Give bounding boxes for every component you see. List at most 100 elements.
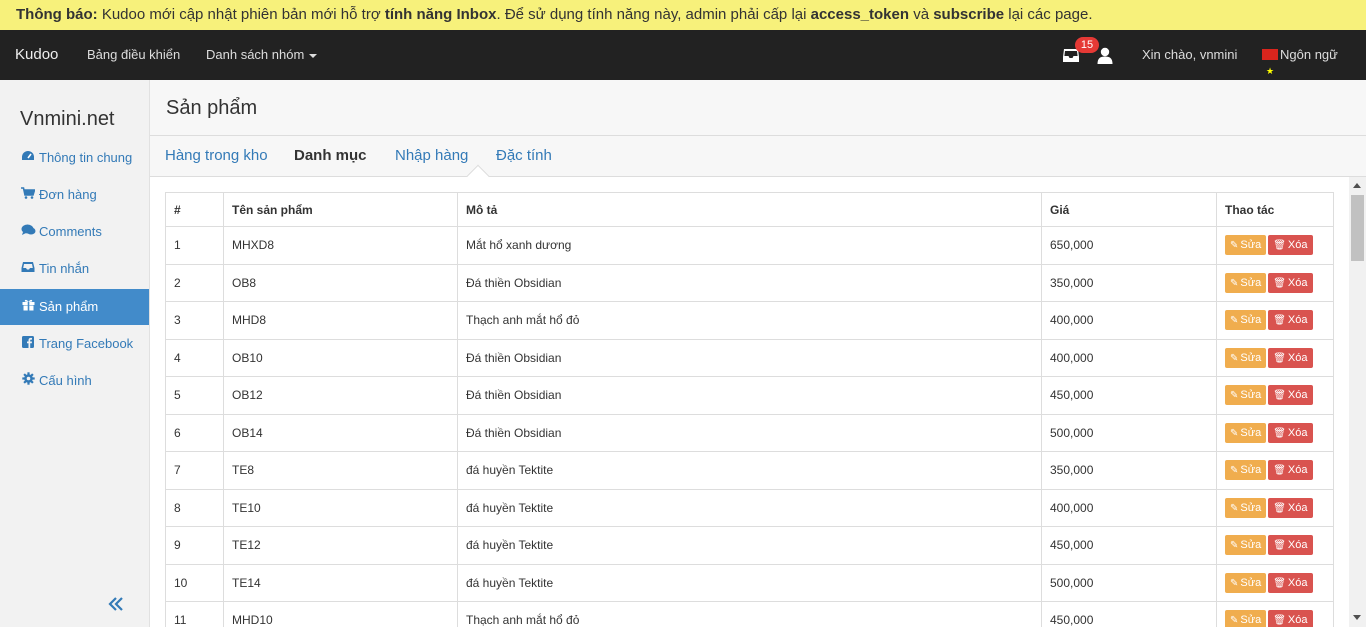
tab-categories[interactable]: Danh mục: [294, 136, 367, 176]
cell-description: Thạch anh mắt hổ đỏ: [457, 601, 1042, 627]
delete-button[interactable]: 🗑 Xóa: [1268, 347, 1313, 368]
cell-name: OB8: [223, 263, 458, 302]
tab-inventory[interactable]: Hàng trong kho: [165, 136, 268, 176]
sidebar-item-label: Sản phẩm: [39, 299, 99, 314]
trash-icon: 🗑: [1273, 615, 1286, 627]
notice-bar: Thông báo: Kudoo mới cập nhật phiên bản …: [0, 0, 1366, 30]
table-row: 9 TE12 đá huyền Tektite 450,000 ✎ Sửa 🗑 Xóa: [165, 526, 1334, 565]
edit-button[interactable]: ✎ Sửa: [1225, 385, 1267, 406]
cell-number: 8: [165, 488, 224, 527]
edit-button[interactable]: ✎ Sửa: [1225, 347, 1267, 368]
collapse-sidebar-button[interactable]: [108, 592, 124, 616]
sidebar-item-facebook-page[interactable]: Trang Facebook: [0, 326, 149, 362]
cell-actions: ✎ Sửa 🗑 Xóa: [1216, 338, 1334, 377]
edit-button[interactable]: ✎ Sửa: [1225, 535, 1267, 556]
cell-name: OB12: [223, 376, 458, 415]
page-title: Sản phẩm: [166, 97, 258, 119]
delete-button[interactable]: 🗑 Xóa: [1268, 272, 1313, 293]
tab-attributes[interactable]: Đặc tính: [496, 136, 552, 176]
notice-text-3: và: [909, 6, 934, 23]
edit-button[interactable]: ✎ Sửa: [1225, 572, 1267, 593]
top-navbar: Kudoo Bảng điều khiển Danh sách nhóm 15 …: [0, 30, 1366, 96]
vertical-scrollbar[interactable]: [1349, 177, 1366, 627]
delete-button[interactable]: 🗑 Xóa: [1268, 572, 1313, 593]
edit-button[interactable]: ✎ Sửa: [1225, 460, 1267, 481]
cell-description: đá huyền Tektite: [457, 526, 1042, 565]
delete-button-label: Xóa: [1287, 464, 1308, 477]
scroll-down-arrow-icon[interactable]: [1353, 615, 1361, 620]
delete-button-label: Xóa: [1287, 426, 1308, 439]
delete-button[interactable]: 🗑 Xóa: [1268, 535, 1313, 556]
notice-text-1: Kudoo mới cập nhật phiên bản mới hỗ trợ: [97, 6, 385, 23]
cell-price: 400,000: [1041, 488, 1217, 527]
column-header-number: #: [165, 192, 224, 227]
tab-imports[interactable]: Nhập hàng: [395, 136, 468, 176]
sidebar-item-comments[interactable]: Comments: [0, 214, 149, 250]
edit-button[interactable]: ✎ Sửa: [1225, 422, 1267, 443]
sidebar-item-orders[interactable]: Đơn hàng: [0, 177, 149, 213]
delete-button-label: Xóa: [1287, 501, 1308, 514]
cell-price: 400,000: [1041, 301, 1217, 340]
cell-number: 1: [165, 226, 224, 265]
trash-icon: 🗑: [1273, 577, 1286, 589]
sidebar-item-messages[interactable]: Tin nhắn: [0, 251, 149, 287]
pencil-icon: ✎: [1230, 502, 1239, 514]
edit-button[interactable]: ✎ Sửa: [1225, 497, 1267, 518]
edit-button-label: Sửa: [1240, 276, 1262, 289]
user-icon[interactable]: [1097, 47, 1113, 64]
site-title: Vnmini.net: [20, 108, 115, 130]
notice-token: access_token: [810, 6, 910, 23]
table-row: 11 MHD10 Thạch anh mắt hổ đỏ 450,000 ✎ Sửa 🗑 Xó…: [165, 601, 1334, 627]
delete-button[interactable]: 🗑 Xóa: [1268, 310, 1313, 331]
greeting-link[interactable]: Xin chào, vnmini: [1142, 30, 1237, 80]
edit-button-label: Sửa: [1240, 426, 1262, 439]
edit-button[interactable]: ✎ Sửa: [1225, 235, 1267, 256]
delete-button[interactable]: 🗑 Xóa: [1268, 385, 1313, 406]
delete-button[interactable]: 🗑 Xóa: [1268, 235, 1313, 256]
groups-dropdown[interactable]: Danh sách nhóm: [206, 30, 318, 80]
sidebar-item-products[interactable]: Sản phẩm: [0, 289, 149, 325]
cell-price: 450,000: [1041, 601, 1217, 627]
groups-dropdown-label: Danh sách nhóm: [206, 47, 305, 62]
cell-name: TE8: [223, 451, 458, 490]
trash-icon: 🗑: [1273, 427, 1286, 439]
table-row: 5 OB12 Đá thiền Obsidian 450,000 ✎ Sửa 🗑 Xóa: [165, 376, 1334, 415]
sidebar-item-overview[interactable]: Thông tin chung: [0, 140, 149, 176]
delete-button[interactable]: 🗑 Xóa: [1268, 610, 1313, 627]
dashboard-link[interactable]: Bảng điều khiển: [87, 30, 180, 80]
scroll-up-arrow-icon[interactable]: [1353, 183, 1361, 188]
edit-button-label: Sửa: [1240, 614, 1262, 627]
sidebar: Vnmini.net Thông tin chung Đơn hàng Comm…: [0, 80, 150, 627]
delete-button-label: Xóa: [1287, 314, 1308, 327]
pencil-icon: ✎: [1230, 427, 1239, 439]
cell-description: đá huyền Tektite: [457, 451, 1042, 490]
edit-button[interactable]: ✎ Sửa: [1225, 272, 1267, 293]
cell-name: MHD10: [223, 601, 458, 627]
cell-price: 500,000: [1041, 413, 1217, 452]
delete-button-label: Xóa: [1287, 276, 1308, 289]
column-header-name: Tên sản phẩm: [223, 192, 458, 227]
sidebar-item-settings[interactable]: Cấu hình: [0, 363, 149, 399]
delete-button[interactable]: 🗑 Xóa: [1268, 422, 1313, 443]
scrollbar-thumb[interactable]: [1351, 195, 1364, 261]
sidebar-item-label: Tin nhắn: [39, 261, 90, 276]
edit-button[interactable]: ✎ Sửa: [1225, 310, 1267, 331]
delete-button-label: Xóa: [1287, 351, 1308, 364]
edit-button-label: Sửa: [1240, 576, 1262, 589]
pencil-icon: ✎: [1230, 615, 1239, 627]
language-dropdown[interactable]: Ngôn ngữ: [1262, 30, 1338, 96]
trash-icon: 🗑: [1273, 315, 1286, 327]
delete-button[interactable]: 🗑 Xóa: [1268, 497, 1313, 518]
brand-link[interactable]: Kudoo: [15, 30, 58, 80]
sidebar-item-label: Đơn hàng: [39, 187, 97, 202]
facebook-icon: [20, 326, 36, 362]
cell-price: 350,000: [1041, 451, 1217, 490]
trash-icon: 🗑: [1273, 352, 1286, 364]
delete-button-label: Xóa: [1287, 576, 1308, 589]
cell-description: đá huyền Tektite: [457, 563, 1042, 602]
edit-button-label: Sửa: [1240, 539, 1262, 552]
delete-button[interactable]: 🗑 Xóa: [1268, 460, 1313, 481]
edit-button[interactable]: ✎ Sửa: [1225, 610, 1267, 627]
cell-price: 400,000: [1041, 338, 1217, 377]
cell-name: OB10: [223, 338, 458, 377]
